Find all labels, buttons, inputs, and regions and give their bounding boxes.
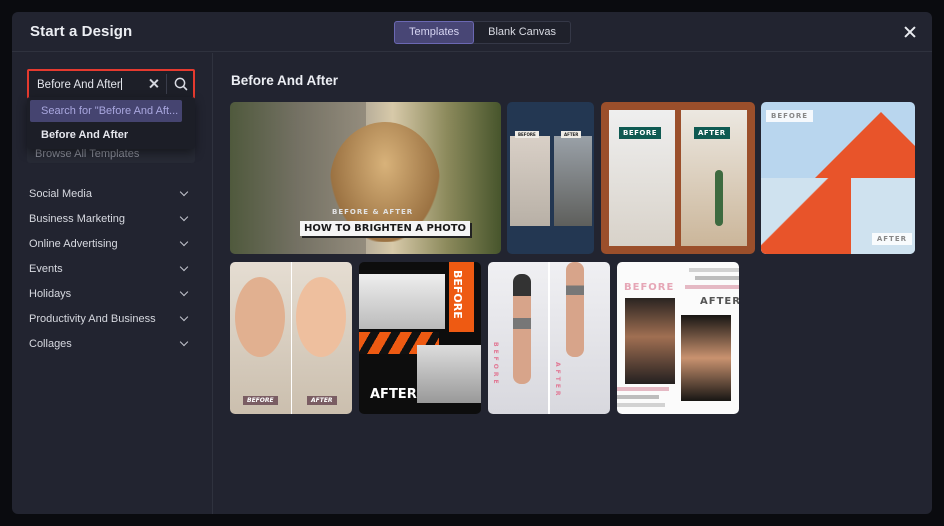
close-icon[interactable] xyxy=(902,24,918,40)
template-card-boho-interior[interactable]: BEFORE AFTER xyxy=(601,102,755,254)
search-icon[interactable] xyxy=(173,76,189,92)
chevron-down-icon xyxy=(179,262,189,272)
text-caret xyxy=(120,78,122,90)
template-text: BEFORE xyxy=(451,270,464,319)
category-productivity-and-business[interactable]: Productivity And Business xyxy=(29,309,191,329)
search-suggestions: Search for "Before And Aft... Before And… xyxy=(27,97,195,149)
category-label: Social Media xyxy=(29,188,92,200)
chevron-down-icon xyxy=(179,312,189,322)
category-holidays[interactable]: Holidays xyxy=(29,284,191,304)
template-text: BEFORE & AFTER xyxy=(332,208,414,216)
category-label: Collages xyxy=(29,338,72,350)
category-label: Events xyxy=(29,263,63,275)
category-business-marketing[interactable]: Business Marketing xyxy=(29,209,191,229)
clear-search-icon[interactable] xyxy=(147,77,161,91)
suggestion-search-for[interactable]: Search for "Before And Aft... xyxy=(30,100,182,122)
category-events[interactable]: Events xyxy=(29,259,191,279)
suggestion-before-and-after[interactable]: Before And After xyxy=(30,124,182,146)
template-text: BEFORE xyxy=(492,342,499,387)
category-collages[interactable]: Collages xyxy=(29,334,191,354)
template-card-orange-house[interactable]: BEFORE AFTER xyxy=(761,102,915,254)
category-label: Productivity And Business xyxy=(29,313,156,325)
category-label: Business Marketing xyxy=(29,213,125,225)
template-card-brighten-photo[interactable]: BEFORE & AFTER HOW TO BRIGHTEN A PHOTO xyxy=(230,102,501,254)
start-design-modal: Start a Design Templates Blank Canvas Be… xyxy=(12,12,932,514)
template-text: AFTER xyxy=(700,296,739,307)
category-online-advertising[interactable]: Online Advertising xyxy=(29,234,191,254)
modal-header: Start a Design Templates Blank Canvas xyxy=(12,12,932,52)
template-card-back-workout[interactable]: BEFORE AFTER xyxy=(617,262,739,414)
template-card-smile-retouch[interactable]: BEFORE AFTER xyxy=(230,262,352,414)
template-text: BEFORE xyxy=(624,282,675,293)
template-text: AFTER xyxy=(370,387,417,402)
search-field[interactable]: Before And After xyxy=(27,69,195,99)
template-card-room-makeover[interactable]: BEFORE AFTER xyxy=(507,102,594,254)
template-results: Before And After BEFORE & AFTER HOW TO B… xyxy=(214,53,932,514)
sidebar: Before And After Browse All Templates Se… xyxy=(12,53,213,514)
category-social-media[interactable]: Social Media xyxy=(29,184,191,204)
template-text: BEFORE xyxy=(766,110,814,122)
template-card-jump-fitness[interactable]: BEFORE AFTER xyxy=(488,262,610,414)
template-text: BEFORE xyxy=(243,396,278,405)
template-text: BEFORE xyxy=(619,127,662,139)
chevron-down-icon xyxy=(179,237,189,247)
tab-templates[interactable]: Templates xyxy=(394,21,475,44)
template-text: AFTER xyxy=(561,131,582,138)
category-label: Online Advertising xyxy=(29,238,118,250)
chevron-down-icon xyxy=(179,287,189,297)
category-label: Holidays xyxy=(29,288,72,300)
search-input[interactable]: Before And After xyxy=(37,78,122,91)
template-text: AFTER xyxy=(307,396,337,405)
modal-title: Start a Design xyxy=(30,23,133,40)
template-text: AFTER xyxy=(554,362,561,399)
chevron-down-icon xyxy=(179,187,189,197)
template-text: BEFORE xyxy=(515,131,539,138)
chevron-down-icon xyxy=(179,337,189,347)
tab-blank-canvas[interactable]: Blank Canvas xyxy=(474,22,570,43)
mode-tabs: Templates Blank Canvas xyxy=(394,21,572,44)
template-text: HOW TO BRIGHTEN A PHOTO xyxy=(300,221,471,236)
template-text: AFTER xyxy=(694,127,730,139)
template-card-fitness-transformation[interactable]: BEFORE AFTER xyxy=(359,262,481,414)
search-divider xyxy=(166,74,167,94)
results-title: Before And After xyxy=(231,73,339,88)
chevron-down-icon xyxy=(179,212,189,222)
template-text: AFTER xyxy=(871,233,912,245)
